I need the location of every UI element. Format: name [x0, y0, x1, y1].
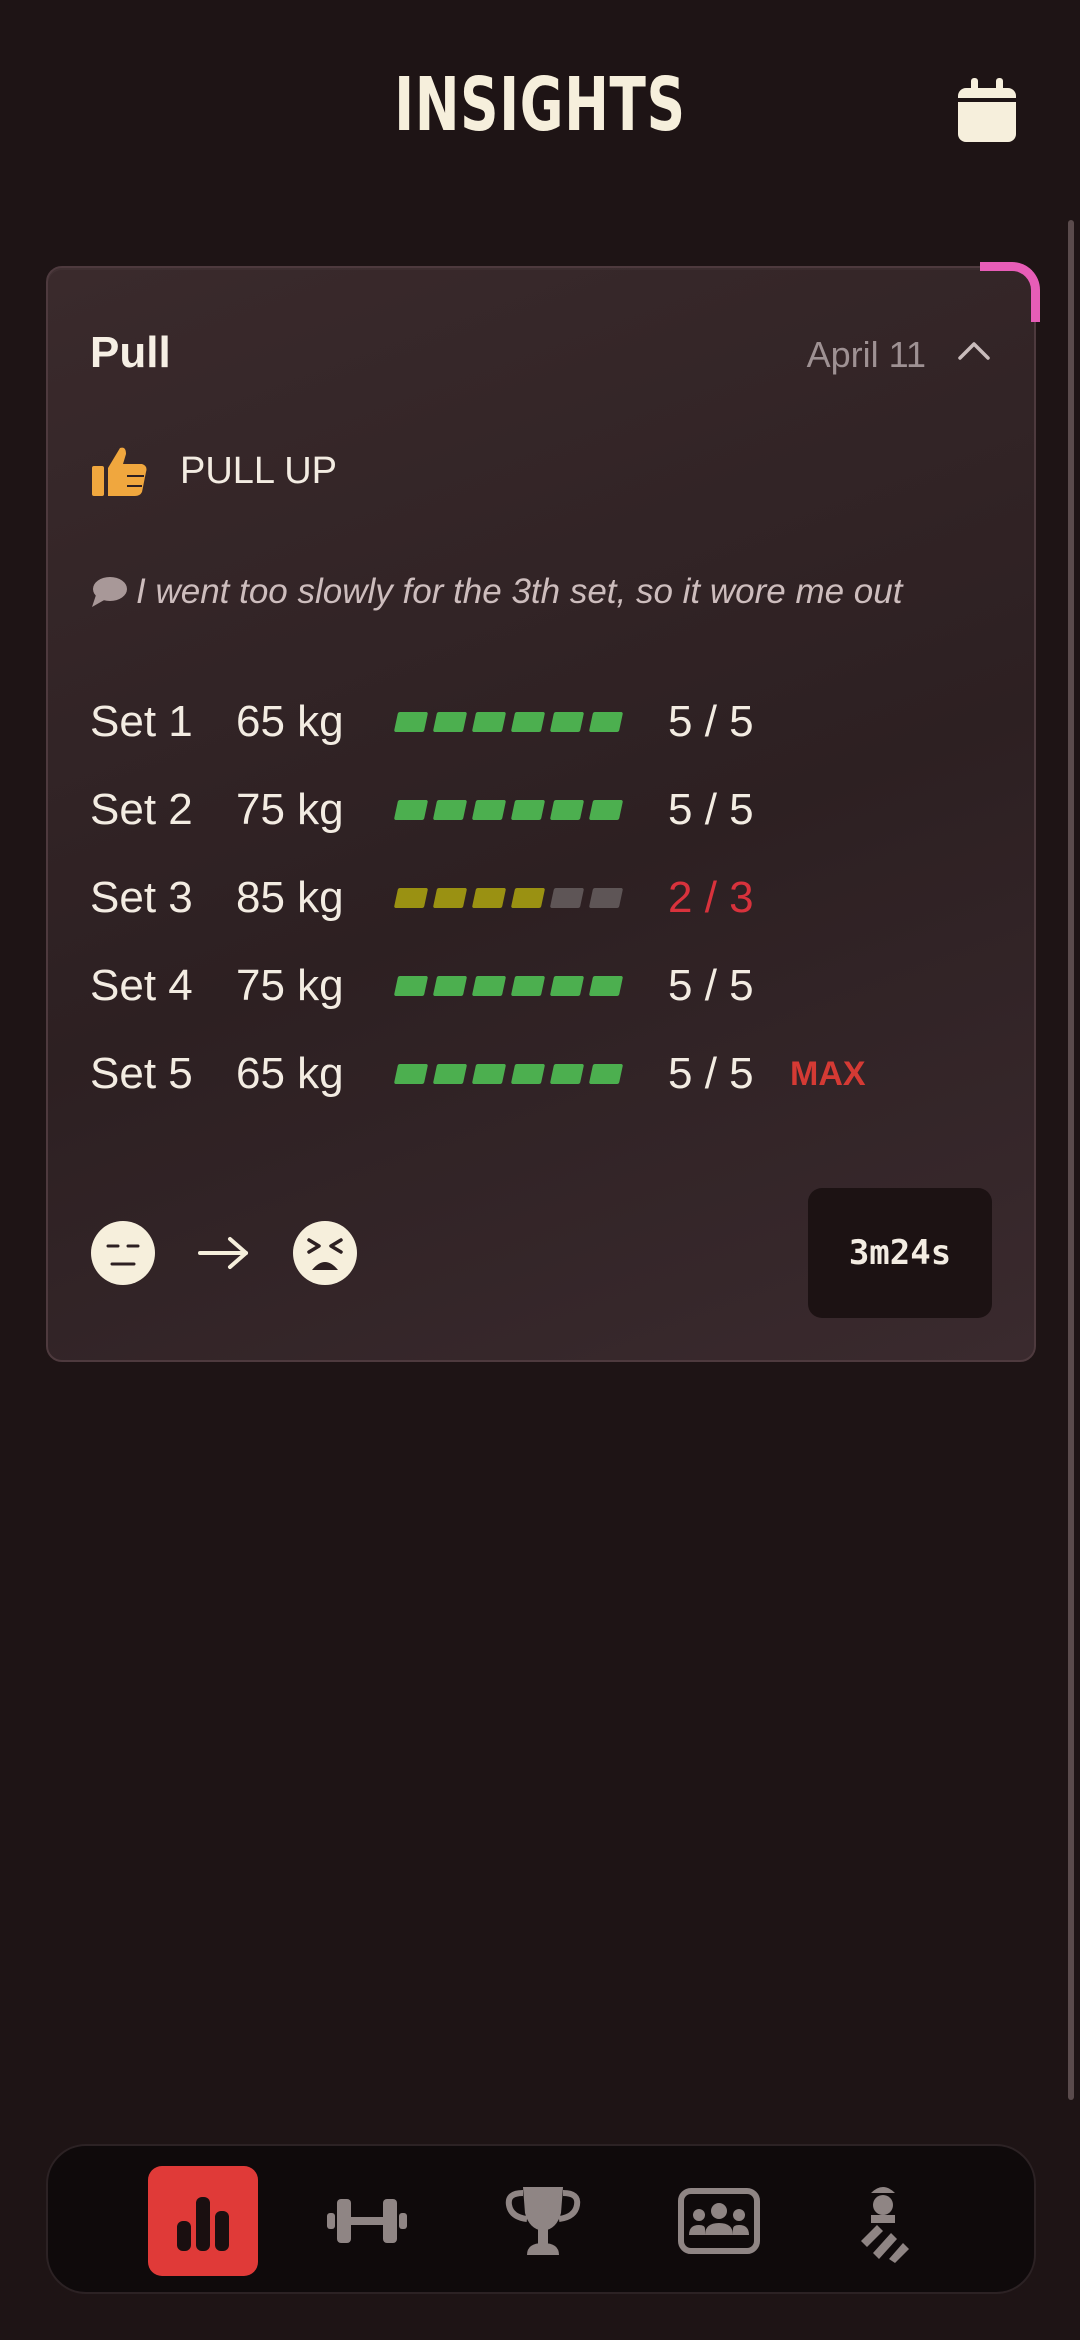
calendar-icon [958, 78, 1016, 142]
set-reps: 5 / 5 [668, 697, 754, 746]
progress-segment [432, 712, 468, 732]
progress-segment [588, 976, 624, 996]
set-progress-bar [393, 1064, 668, 1084]
progress-segment [510, 888, 546, 908]
progress-segment [393, 800, 429, 820]
progress-segment [471, 1064, 507, 1084]
progress-segment [549, 888, 585, 908]
progress-segment [471, 976, 507, 996]
set-row: Set 5 65 kg 5 / 5 MAX [90, 1030, 866, 1118]
progress-segment [393, 888, 429, 908]
set-reps: 5 / 5 [668, 961, 754, 1010]
progress-segment [549, 976, 585, 996]
nav-records[interactable] [488, 2166, 598, 2276]
nav-insights[interactable] [148, 2166, 258, 2276]
group-icon [678, 2188, 760, 2254]
progress-segment [510, 712, 546, 732]
progress-segment [510, 976, 546, 996]
nav-community[interactable] [664, 2166, 774, 2276]
scrollbar[interactable] [1068, 220, 1074, 2100]
workout-note: I went too slowly for the 3th set, so it… [90, 572, 902, 612]
progress-segment [510, 800, 546, 820]
set-label: Set 2 [90, 785, 193, 834]
neutral-face-icon [91, 1221, 155, 1285]
exercise-name: PULL UP [180, 449, 337, 492]
progress-segment [432, 976, 468, 996]
calendar-button[interactable] [956, 76, 1018, 144]
set-progress-bar [393, 976, 668, 996]
progress-segment [393, 976, 429, 996]
duration-timer: 3m24s [808, 1188, 992, 1318]
mood-row [90, 1220, 358, 1286]
progress-segment [432, 1064, 468, 1084]
set-reps: 5 / 5 [668, 1049, 754, 1098]
progress-segment [510, 1064, 546, 1084]
arrow-right-icon [198, 1237, 248, 1269]
set-progress-bar [393, 712, 668, 732]
chevron-up-icon [958, 342, 990, 360]
workout-card: Pull April 11 PULL UP I went too slowly … [46, 266, 1036, 1362]
set-weight: 75 kg [236, 785, 344, 834]
thumbs-up-icon [92, 447, 147, 496]
set-row: Set 2 75 kg 5 / 5 [90, 766, 866, 854]
progress-segment [393, 712, 429, 732]
bar-chart-icon [177, 2197, 229, 2251]
speech-bubble-icon [92, 577, 127, 607]
set-weight: 65 kg [236, 1049, 344, 1098]
progress-segment [588, 800, 624, 820]
set-row: Set 3 85 kg 2 / 3 [90, 854, 866, 942]
max-badge: MAX [790, 1054, 866, 1093]
progress-segment [432, 800, 468, 820]
lifter-icon [861, 2187, 909, 2263]
progress-segment [588, 1064, 624, 1084]
set-reps: 2 / 3 [668, 873, 754, 922]
set-label: Set 5 [90, 1049, 193, 1098]
progress-segment [588, 888, 624, 908]
page-title: INSIGHTS [394, 62, 686, 148]
set-row: Set 1 65 kg 5 / 5 [90, 678, 866, 766]
progress-segment [393, 1064, 429, 1084]
progress-segment [588, 712, 624, 732]
nav-profile[interactable] [828, 2166, 938, 2276]
set-label: Set 3 [90, 873, 193, 922]
exercise-row: PULL UP [90, 444, 337, 498]
progress-segment [549, 712, 585, 732]
insights-screen: INSIGHTS Pull April 11 PULL UP I went to… [0, 0, 1080, 2340]
card-corner-accent [980, 262, 1040, 322]
trophy-icon [505, 2187, 581, 2255]
workout-date: April 11 [806, 334, 926, 375]
progress-segment [432, 888, 468, 908]
progress-segment [549, 800, 585, 820]
set-weight: 85 kg [236, 873, 344, 922]
progress-segment [471, 800, 507, 820]
bottom-nav [46, 2144, 1036, 2294]
progress-segment [549, 1064, 585, 1084]
set-label: Set 1 [90, 697, 193, 746]
set-weight: 65 kg [236, 697, 344, 746]
dumbbell-icon [327, 2199, 407, 2243]
progress-segment [471, 712, 507, 732]
set-weight: 75 kg [236, 961, 344, 1010]
set-reps: 5 / 5 [668, 785, 754, 834]
set-progress-bar [393, 888, 668, 908]
set-label: Set 4 [90, 961, 193, 1010]
collapse-button[interactable] [952, 330, 996, 370]
progress-segment [471, 888, 507, 908]
note-text: I went too slowly for the 3th set, so it… [136, 572, 903, 611]
nav-workouts[interactable] [312, 2166, 422, 2276]
sets-list: Set 1 65 kg 5 / 5 Set 2 75 kg 5 / 5 Set 3 85 kg… [90, 678, 866, 1118]
set-progress-bar [393, 800, 668, 820]
workout-name: Pull [90, 328, 171, 377]
tired-face-icon [293, 1221, 357, 1285]
set-row: Set 4 75 kg 5 / 5 [90, 942, 866, 1030]
